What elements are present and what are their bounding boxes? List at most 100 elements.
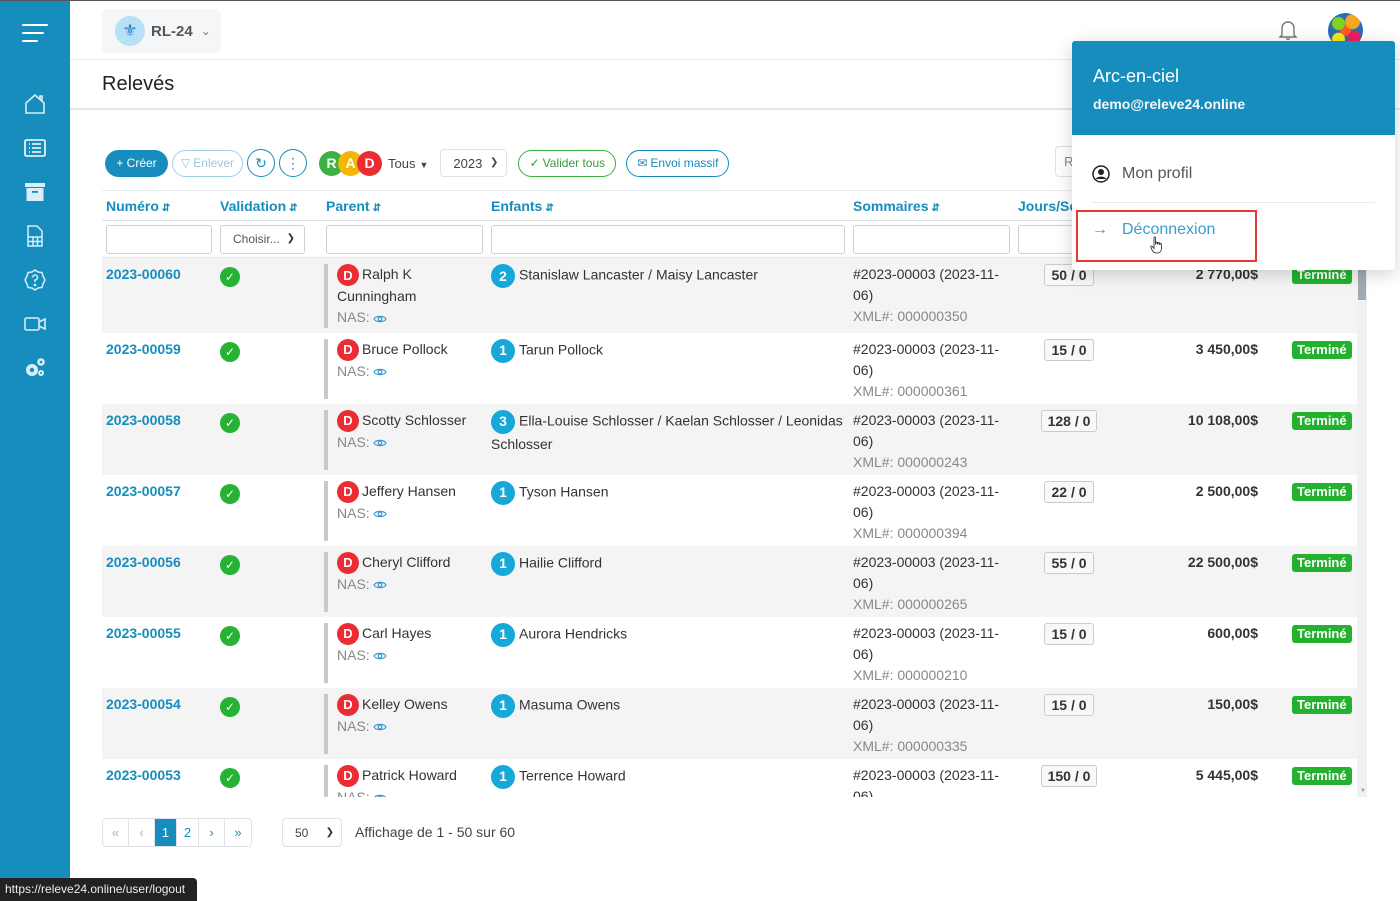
table-row[interactable]: 2023-00055 ✓ D Carl Hayes NAS: 1 Aurora He…	[102, 617, 1357, 688]
menu-toggle-button[interactable]	[22, 24, 48, 44]
statement-number-link[interactable]: 2023-00057	[106, 483, 181, 499]
parent-cell: D Cheryl Clifford NAS:	[324, 551, 483, 612]
sidebar-item-documents[interactable]	[21, 222, 49, 250]
parent-type-badge[interactable]: D	[337, 480, 359, 503]
parent-type-badge[interactable]: D	[337, 622, 359, 645]
year-select[interactable]: 2023 ❯	[440, 149, 508, 177]
eye-icon[interactable]	[372, 438, 387, 448]
parent-filter-input[interactable]	[326, 224, 483, 254]
app-name: RL-24	[151, 22, 193, 40]
next-page-button[interactable]: ›	[199, 819, 225, 846]
status-badge: Terminé	[1292, 766, 1352, 785]
xml-number: XML#: 000000243	[853, 453, 968, 470]
sidebar-item-archive[interactable]	[21, 178, 49, 206]
amount: 600,00$	[1207, 624, 1258, 641]
parent-type-badge[interactable]: D	[337, 338, 359, 361]
parent-type-badge[interactable]: D	[337, 693, 359, 716]
create-button[interactable]: + Créer	[105, 149, 168, 177]
parent-type-badge[interactable]: D	[337, 551, 359, 574]
xml-number: XML#: 000000361	[853, 382, 968, 399]
mass-send-label: Envoi massif	[650, 156, 719, 170]
eye-icon[interactable]	[372, 509, 387, 519]
page-1-button[interactable]: 1	[155, 819, 177, 846]
first-page-button[interactable]: «	[103, 819, 129, 846]
sidebar-item-help[interactable]	[21, 266, 49, 294]
more-options-button[interactable]: ⋮	[279, 149, 307, 177]
parent-cell: D Ralph K Cunningham NAS:	[324, 264, 483, 329]
children-names: Ella-Louise Schlosser / Kaelan Schlosser…	[491, 412, 843, 452]
profile-menu-item[interactable]: Mon profil	[1092, 165, 1192, 183]
statement-number-link[interactable]: 2023-00055	[106, 625, 181, 641]
table-row[interactable]: 2023-00059 ✓ D Bruce Pollock NAS: 1 Tarun …	[102, 333, 1357, 404]
children-names: Tyson Hansen	[519, 483, 609, 500]
column-header-validation[interactable]: Validation ⇵	[216, 190, 322, 221]
column-header-sommaires[interactable]: Sommaires ⇵	[849, 190, 1014, 221]
arrow-right-icon: →	[1092, 221, 1108, 238]
validate-all-button[interactable]: ✓ Valider tous	[518, 149, 617, 177]
column-header-enfants[interactable]: Enfants ⇵	[487, 190, 849, 221]
sidebar-item-home[interactable]	[21, 90, 49, 118]
parent-type-badge[interactable]: D	[337, 264, 359, 287]
spreadsheet-icon	[27, 225, 43, 247]
sort-icon: ⇵	[545, 202, 554, 214]
table-row[interactable]: 2023-00058 ✓ D Scotty Schlosser NAS: 3 Ell…	[102, 403, 1357, 475]
children-names: Hailie Clifford	[519, 554, 602, 571]
enfants-filter-input[interactable]	[491, 224, 845, 254]
app-switcher[interactable]: ⚜ RL-24 ⌄	[102, 9, 221, 53]
page-2-button[interactable]: 2	[177, 819, 199, 846]
video-icon	[24, 317, 46, 331]
remove-filters-button[interactable]: ▽ Enlever	[172, 149, 243, 177]
sidebar-item-videos[interactable]	[21, 310, 49, 338]
window-top-border	[0, 0, 1400, 1]
validation-filter-select[interactable]: Choisir... ❯	[220, 224, 305, 254]
table-body: 2023-00060 ✓ D Ralph K Cunningham NAS: 2S…	[102, 257, 1357, 797]
status-badge: Terminé	[1292, 340, 1352, 359]
parent-cell: D Jeffery Hansen NAS:	[324, 480, 483, 541]
table-row[interactable]: 2023-00057 ✓ D Jeffery Hansen NAS: 1 Tyson…	[102, 475, 1357, 546]
eye-icon[interactable]	[372, 651, 387, 661]
status-filter-dropdown[interactable]: Tous ▼	[388, 156, 428, 171]
refresh-icon: ↻	[255, 154, 267, 171]
column-header-numero[interactable]: Numéro ⇵	[102, 190, 216, 221]
rad-filter[interactable]: R A D	[319, 150, 382, 176]
validated-check-icon: ✓	[220, 267, 240, 287]
statement-number-link[interactable]: 2023-00059	[106, 341, 181, 357]
last-page-button[interactable]: »	[225, 819, 251, 846]
mass-send-button[interactable]: ✉ Envoi massif	[626, 149, 730, 177]
eye-icon[interactable]	[372, 314, 387, 324]
eye-icon[interactable]	[373, 793, 387, 797]
rad-d-badge[interactable]: D	[357, 150, 382, 176]
table-row[interactable]: 2023-00056 ✓ D Cheryl Clifford NAS: 1 Hail…	[102, 545, 1357, 617]
eye-icon[interactable]	[372, 722, 387, 732]
year-value: 2023	[453, 155, 483, 171]
statement-number-link[interactable]: 2023-00060	[106, 266, 181, 282]
scroll-down-arrow[interactable]: ▼	[1360, 788, 1366, 794]
table-scrollbar[interactable]: ▼	[1357, 260, 1367, 797]
statement-number-link[interactable]: 2023-00053	[106, 767, 181, 783]
sommaires-filter-input[interactable]	[853, 224, 1010, 254]
numero-filter-input[interactable]	[106, 224, 212, 254]
filter-icon: ▽	[181, 156, 191, 170]
statement-number-link[interactable]: 2023-00056	[106, 554, 181, 570]
column-header-parent[interactable]: Parent ⇵	[322, 190, 487, 221]
summary-ref: #2023-00003 (2023-11-06)	[853, 482, 1000, 520]
children-names: Terrence Howard	[519, 767, 626, 784]
table-row[interactable]: 2023-00053 ✓ D Patrick Howard NAS: 1 Terre…	[102, 759, 1357, 797]
previous-page-button[interactable]: ‹	[129, 819, 155, 846]
refresh-button[interactable]: ↻	[247, 149, 275, 177]
eye-icon[interactable]	[372, 580, 387, 590]
eye-icon[interactable]	[372, 367, 387, 377]
parent-type-badge[interactable]: D	[337, 409, 359, 432]
per-page-select[interactable]: 50 ❯	[282, 818, 342, 847]
status-badge: Terminé	[1292, 411, 1352, 430]
validation-filter-value: Choisir...	[233, 232, 280, 246]
statement-number-link[interactable]: 2023-00058	[106, 412, 181, 428]
chevron-down-icon: ❯	[286, 232, 295, 244]
sidebar-item-settings[interactable]	[21, 354, 49, 382]
statement-number-link[interactable]: 2023-00054	[106, 696, 181, 712]
status-badge: Terminé	[1292, 482, 1352, 501]
bell-icon[interactable]	[1278, 19, 1298, 41]
sidebar-item-list[interactable]	[21, 134, 49, 162]
table-row[interactable]: 2023-00054 ✓ D Kelley Owens NAS: 1 Masuma …	[102, 687, 1357, 759]
parent-type-badge[interactable]: D	[337, 764, 359, 787]
